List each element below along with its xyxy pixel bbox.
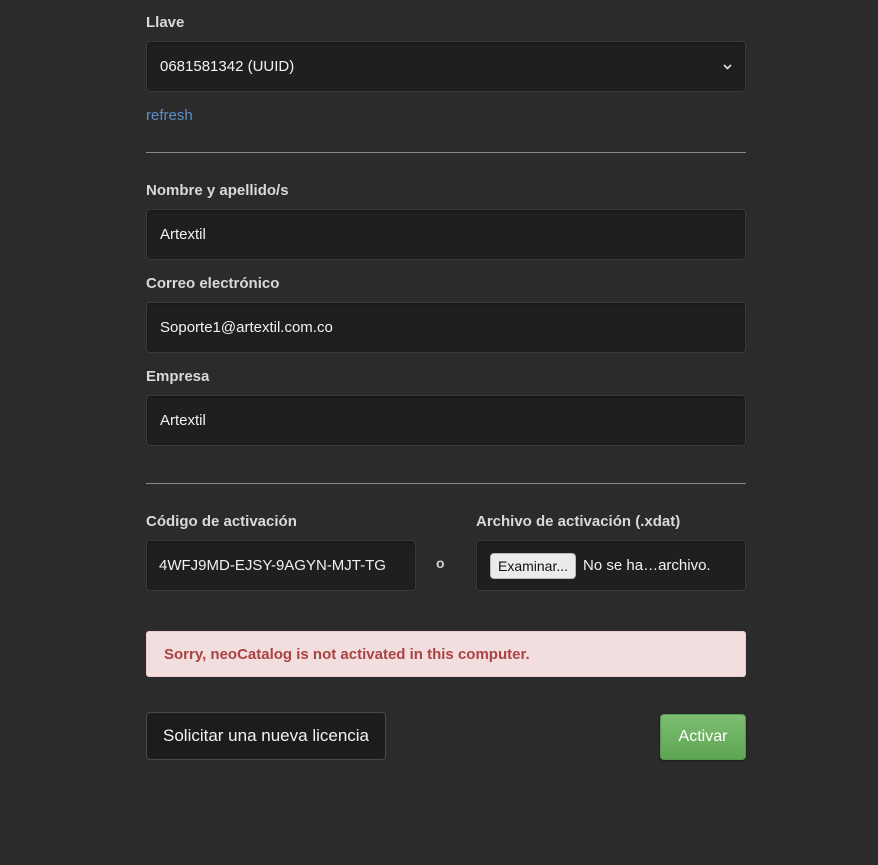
name-field[interactable]: Artextil: [146, 209, 746, 260]
activation-page: Llave 0681581342 (UUID) refresh Nombre y…: [0, 0, 878, 865]
email-field-value: Soporte1@artextil.com.co: [160, 319, 333, 336]
or-separator: o: [436, 555, 445, 571]
email-field[interactable]: Soporte1@artextil.com.co: [146, 302, 746, 353]
activation-code-label: Código de activación: [146, 513, 297, 530]
company-label: Empresa: [146, 368, 210, 385]
file-status-text: No se ha…archivo.: [583, 557, 711, 574]
activation-code-value: 4WFJ9MD-EJSY-9AGYN-MJT-TG: [159, 557, 386, 574]
key-select[interactable]: 0681581342 (UUID): [146, 41, 746, 92]
activation-file-input[interactable]: Examinar... No se ha…archivo.: [476, 540, 746, 591]
company-field-value: Artextil: [160, 412, 206, 429]
email-label: Correo electrónico: [146, 275, 280, 292]
company-field[interactable]: Artextil: [146, 395, 746, 446]
activation-file-label: Archivo de activación (.xdat): [476, 513, 681, 530]
browse-button[interactable]: Examinar...: [490, 552, 577, 579]
name-field-value: Artextil: [160, 226, 206, 243]
refresh-link[interactable]: refresh: [146, 107, 193, 124]
request-license-button[interactable]: Solicitar una nueva licencia: [146, 712, 387, 760]
alert-message: Sorry, neoCatalog is not activated in th…: [164, 645, 530, 663]
activate-button[interactable]: Activar: [660, 714, 746, 760]
chevron-down-icon: [723, 62, 732, 71]
section-divider: [146, 152, 746, 153]
name-label: Nombre y apellido/s: [146, 182, 289, 199]
activation-code-field[interactable]: 4WFJ9MD-EJSY-9AGYN-MJT-TG: [146, 540, 416, 591]
key-select-value: 0681581342 (UUID): [160, 58, 295, 75]
section-divider: [146, 483, 746, 484]
activation-error-alert: Sorry, neoCatalog is not activated in th…: [146, 631, 746, 677]
key-label: Llave: [146, 14, 185, 31]
